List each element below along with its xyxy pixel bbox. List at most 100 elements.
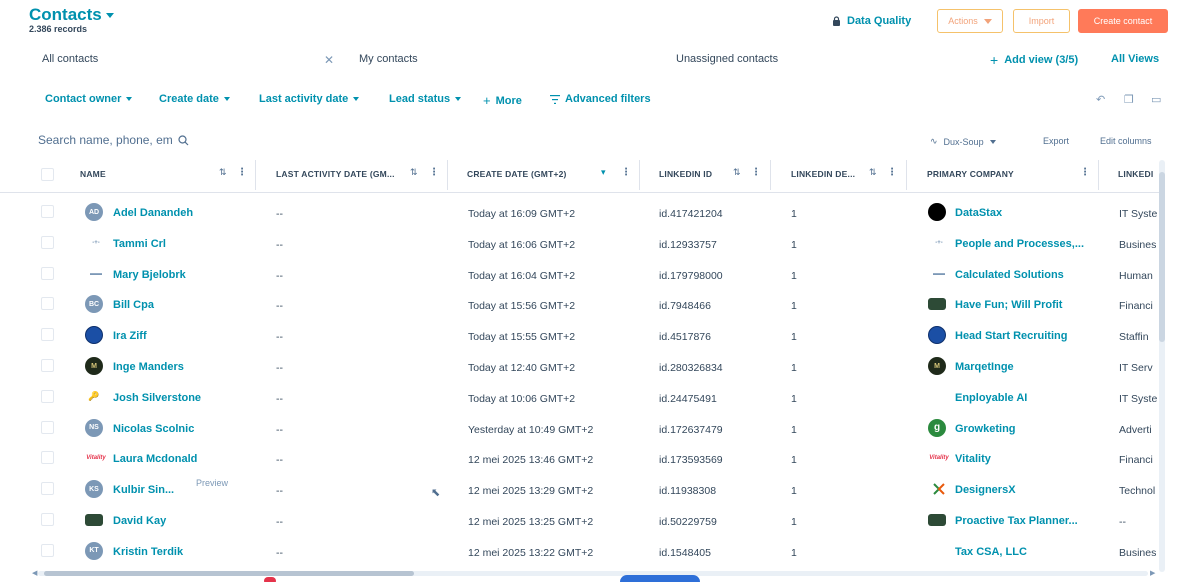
column-resize-handle[interactable] <box>639 160 640 190</box>
company-logo <box>928 542 946 560</box>
filter-contact-owner[interactable]: Contact owner <box>45 93 133 105</box>
dux-soup-label: Dux-Soup <box>943 136 984 147</box>
edit-columns-button[interactable]: Edit columns <box>1100 136 1152 146</box>
sort-icon[interactable]: ⇅ <box>219 167 227 178</box>
contact-name-link[interactable]: Tammi Crl <box>113 238 166 250</box>
company-name-link[interactable]: DesignersX <box>955 484 1016 496</box>
row-checkbox[interactable] <box>41 389 54 403</box>
row-checkbox[interactable] <box>41 359 54 372</box>
all-views-link[interactable]: All Views <box>1111 53 1159 65</box>
column-header-last-activity[interactable]: LAST ACTIVITY DATE (GM... <box>276 169 406 179</box>
column-menu-icon[interactable]: ⋮ <box>429 167 439 178</box>
row-checkbox[interactable] <box>41 297 54 311</box>
column-resize-handle[interactable] <box>1098 160 1099 190</box>
row-checkbox[interactable] <box>41 266 54 280</box>
linkedin-degree-cell: 1 <box>791 392 797 405</box>
create-contact-button[interactable]: Create contact <box>1078 9 1168 33</box>
advanced-filters-button[interactable]: Advanced filters <box>550 93 651 105</box>
contact-name-link[interactable]: Mary Bjelobrk <box>113 269 186 281</box>
row-checkbox[interactable] <box>41 543 54 557</box>
company-name-link[interactable]: MarqetInge <box>955 361 1014 373</box>
select-all-checkbox[interactable] <box>41 168 54 181</box>
sort-desc-icon[interactable]: ▾ <box>601 167 606 178</box>
data-quality-link[interactable]: Data Quality <box>832 15 911 27</box>
contact-name-link[interactable]: Bill Cpa <box>113 299 154 311</box>
column-menu-icon[interactable]: ⋮ <box>1080 167 1090 178</box>
sort-icon[interactable]: ⇅ <box>733 167 741 178</box>
filter-lead-status[interactable]: Lead status <box>389 93 462 105</box>
copy-icon[interactable]: ❐ <box>1124 93 1134 106</box>
close-icon[interactable]: ✕ <box>324 53 334 67</box>
filter-create-date[interactable]: Create date <box>159 93 230 105</box>
company-name-link[interactable]: Tax CSA, LLC <box>955 546 1027 558</box>
company-name-link[interactable]: Head Start Recruiting <box>955 330 1067 342</box>
notification-icon[interactable] <box>264 577 276 582</box>
company-name-link[interactable]: Calculated Solutions <box>955 269 1064 281</box>
avatar <box>85 514 103 526</box>
avatar: ▬▬ <box>90 270 102 277</box>
company-name-link[interactable]: Enployable AI <box>955 392 1027 404</box>
column-header-linkedin-id[interactable]: LINKEDIN ID <box>659 169 739 179</box>
vertical-scrollbar-thumb[interactable] <box>1159 172 1165 342</box>
tab-all-contacts[interactable]: All contacts <box>42 53 98 65</box>
column-header-primary-company[interactable]: PRIMARY COMPANY <box>927 169 1067 179</box>
undo-icon[interactable]: ↶ <box>1096 93 1105 106</box>
search-input[interactable]: Search name, phone, em <box>38 133 208 147</box>
company-name-link[interactable]: Growketing <box>955 423 1016 435</box>
company-name-link[interactable]: DataStax <box>955 207 1002 219</box>
contact-name-link[interactable]: Kulbir Sin... <box>113 484 174 496</box>
contact-name-link[interactable]: Adel Danandeh <box>113 207 193 219</box>
contact-name-link[interactable]: Inge Manders <box>113 361 184 373</box>
linkedin-industry-cell: Financi <box>1119 300 1153 313</box>
page-title[interactable]: Contacts <box>29 5 114 25</box>
contact-name-link[interactable]: Ira Ziff <box>113 330 147 342</box>
import-button[interactable]: Import <box>1013 9 1070 33</box>
column-header-name[interactable]: NAME <box>80 169 220 179</box>
column-menu-icon[interactable]: ⋮ <box>751 167 761 178</box>
filter-last-activity-date[interactable]: Last activity date <box>259 93 360 105</box>
export-button[interactable]: Export <box>1043 136 1069 146</box>
tab-unassigned-contacts[interactable]: Unassigned contacts <box>676 53 778 65</box>
column-header-create-date[interactable]: CREATE DATE (GMT+2) <box>467 169 597 179</box>
column-header-linkedin-industry[interactable]: LINKEDI <box>1118 169 1158 179</box>
tab-my-contacts[interactable]: My contacts <box>359 53 418 65</box>
column-header-linkedin-de[interactable]: LINKEDIN DE... <box>791 169 863 179</box>
last-activity-cell: -- <box>276 546 283 559</box>
company-name-link[interactable]: People and Processes,... <box>955 238 1084 250</box>
row-checkbox[interactable] <box>41 482 54 496</box>
contact-name-link[interactable]: Kristin Terdik <box>113 546 183 558</box>
sort-icon[interactable]: ⇅ <box>869 167 877 178</box>
more-filters-button[interactable]: + More <box>483 93 522 108</box>
scroll-left-icon[interactable]: ◀ <box>32 569 37 577</box>
column-resize-handle[interactable] <box>447 160 448 190</box>
add-view-button[interactable]: + Add view (3/5) <box>990 52 1078 68</box>
sort-icon[interactable]: ⇅ <box>410 167 418 178</box>
company-name-link[interactable]: Vitality <box>955 453 991 465</box>
company-name-link[interactable]: Have Fun; Will Profit <box>955 299 1062 311</box>
actions-button[interactable]: Actions <box>937 9 1003 33</box>
column-resize-handle[interactable] <box>906 160 907 190</box>
dux-soup-dropdown[interactable]: ∿ Dux-Soup <box>930 136 996 147</box>
row-checkbox[interactable] <box>41 513 54 526</box>
row-checkbox[interactable] <box>41 205 54 218</box>
linkedin-industry-cell: Human <box>1119 269 1153 282</box>
contact-name-link[interactable]: Laura Mcdonald <box>113 453 197 465</box>
preview-link[interactable]: Preview <box>196 478 228 488</box>
row-checkbox[interactable] <box>41 328 54 342</box>
bottom-bar-button[interactable] <box>620 575 700 582</box>
contact-name-link[interactable]: David Kay <box>113 515 166 527</box>
horizontal-scrollbar-thumb[interactable] <box>44 571 414 576</box>
column-resize-handle[interactable] <box>770 160 771 190</box>
column-menu-icon[interactable]: ⋮ <box>887 167 897 178</box>
column-menu-icon[interactable]: ⋮ <box>237 167 247 178</box>
save-icon[interactable]: ▭ <box>1151 93 1161 106</box>
contact-name-link[interactable]: Josh Silverstone <box>113 392 201 404</box>
scroll-right-icon[interactable]: ▶ <box>1150 569 1155 577</box>
row-checkbox[interactable] <box>41 420 54 434</box>
row-checkbox[interactable] <box>41 235 54 249</box>
row-checkbox[interactable] <box>41 451 54 465</box>
column-menu-icon[interactable]: ⋮ <box>621 167 631 178</box>
contact-name-link[interactable]: Nicolas Scolnic <box>113 423 194 435</box>
company-name-link[interactable]: Proactive Tax Planner... <box>955 515 1078 527</box>
column-resize-handle[interactable] <box>255 160 256 190</box>
